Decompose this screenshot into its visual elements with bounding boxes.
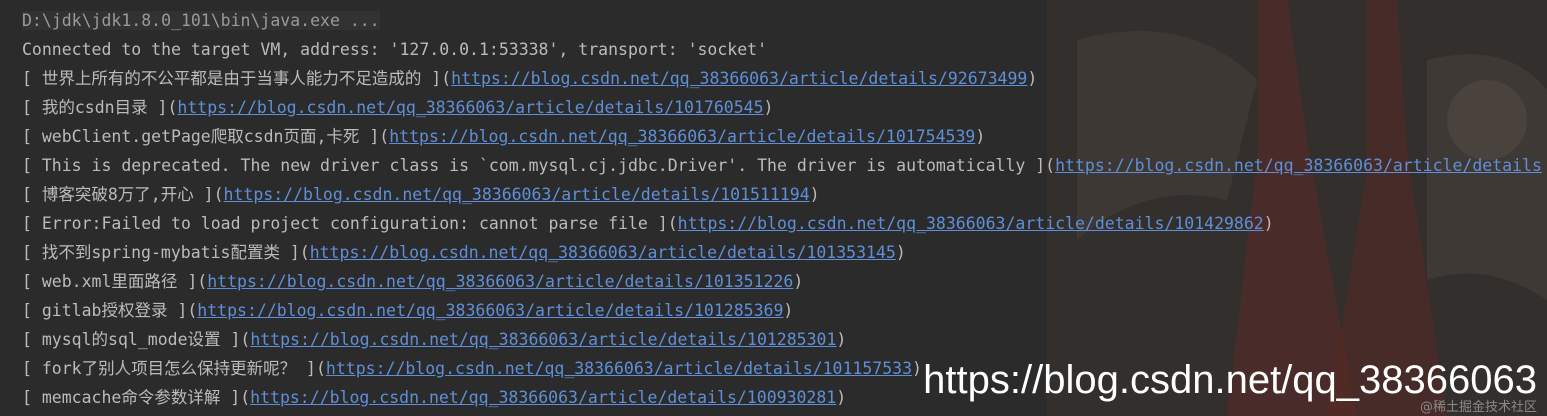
log-link[interactable]: https://blog.csdn.net/qq_38366063/articl… xyxy=(310,243,896,262)
command-text: D:\jdk\jdk1.8.0_101\bin\java.exe ... xyxy=(22,11,380,30)
log-text: [ web.xml里面路径 ]( xyxy=(22,272,208,291)
log-link[interactable]: https://blog.csdn.net/qq_38366063/articl… xyxy=(326,359,912,378)
log-link[interactable]: https://blog.csdn.net/qq_38366063/articl… xyxy=(250,388,836,407)
log-suffix: ) xyxy=(783,301,794,320)
log-link[interactable]: https://blog.csdn.net/qq_38366063/articl… xyxy=(207,272,793,291)
log-suffix: ) xyxy=(793,272,804,291)
log-text: [ gitlab授权登录 ]( xyxy=(22,301,198,320)
command-line: D:\jdk\jdk1.8.0_101\bin\java.exe ... xyxy=(22,6,1547,35)
log-suffix: ) xyxy=(912,359,922,378)
log-link[interactable]: https://blog.csdn.net/qq_38366063/articl… xyxy=(389,127,975,146)
log-text: [ fork了别人项目怎么保持更新呢？ ]( xyxy=(22,359,326,378)
log-line: [ 我的csdn目录 ](https://blog.csdn.net/qq_38… xyxy=(22,93,1547,122)
log-text: [ Error:Failed to load project configura… xyxy=(22,214,678,233)
log-link[interactable]: https://blog.csdn.net/qq_38366063/articl… xyxy=(224,185,810,204)
log-line: [ 世界上所有的不公平都是由于当事人能力不足造成的 ](https://blog… xyxy=(22,64,1547,93)
log-line: [ This is deprecated. The new driver cla… xyxy=(22,151,1547,180)
log-line: [ Error:Failed to load project configura… xyxy=(22,209,1547,238)
log-line: [ 找不到spring-mybatis配置类 ](https://blog.cs… xyxy=(22,238,1547,267)
console-lines: D:\jdk\jdk1.8.0_101\bin\java.exe ... Con… xyxy=(22,6,1547,412)
log-link[interactable]: https://blog.csdn.net/qq_38366063/articl… xyxy=(177,98,763,117)
connected-text: Connected to the target VM, address: '12… xyxy=(22,40,768,59)
log-suffix: ) xyxy=(895,243,906,262)
log-text: [ 博客突破8万了,开心 ]( xyxy=(22,185,224,204)
log-link[interactable]: https://blog.csdn.net/qq_38366063/articl… xyxy=(451,69,1027,88)
watermark-source: @稀土掘金技术社区 xyxy=(1419,400,1537,415)
log-link[interactable]: https://blog.csdn.net/qq_38366063/articl… xyxy=(1055,156,1542,175)
log-text: [ 我的csdn目录 ]( xyxy=(22,98,178,117)
log-text: [ mysql的sql_mode设置 ]( xyxy=(22,330,251,349)
log-suffix: ) xyxy=(809,185,820,204)
log-text: [ 世界上所有的不公平都是由于当事人能力不足造成的 ]( xyxy=(22,69,452,88)
log-link[interactable]: https://blog.csdn.net/qq_38366063/articl… xyxy=(197,301,783,320)
log-link[interactable]: https://blog.csdn.net/qq_38366063/articl… xyxy=(250,330,836,349)
log-line: [ gitlab授权登录 ](https://blog.csdn.net/qq_… xyxy=(22,296,1547,325)
log-line: [ web.xml里面路径 ](https://blog.csdn.net/qq… xyxy=(22,267,1547,296)
log-text: [ 找不到spring-mybatis配置类 ]( xyxy=(22,243,310,262)
log-link[interactable]: https://blog.csdn.net/qq_38366063/articl… xyxy=(678,214,1264,233)
log-suffix: ) xyxy=(1263,214,1274,233)
log-line: [ mysql的sql_mode设置 ](https://blog.csdn.n… xyxy=(22,325,1547,354)
log-text: [ This is deprecated. The new driver cla… xyxy=(22,156,1056,175)
log-line: [ 博客突破8万了,开心 ](https://blog.csdn.net/qq_… xyxy=(22,180,1547,209)
log-line: [ webClient.getPage爬取csdn页面,卡死 ](https:/… xyxy=(22,122,1547,151)
log-text: [ webClient.getPage爬取csdn页面,卡死 ]( xyxy=(22,127,390,146)
log-suffix: ) xyxy=(763,98,774,117)
log-suffix: ) xyxy=(1027,69,1038,88)
log-suffix: ) xyxy=(836,388,847,407)
log-suffix: ) xyxy=(975,127,986,146)
console-output-panel[interactable]: D:\jdk\jdk1.8.0_101\bin\java.exe ... Con… xyxy=(0,0,1547,416)
log-text: [ memcache命令参数详解 ]( xyxy=(22,388,251,407)
log-suffix: ) xyxy=(836,330,847,349)
connected-line: Connected to the target VM, address: '12… xyxy=(22,35,1547,64)
